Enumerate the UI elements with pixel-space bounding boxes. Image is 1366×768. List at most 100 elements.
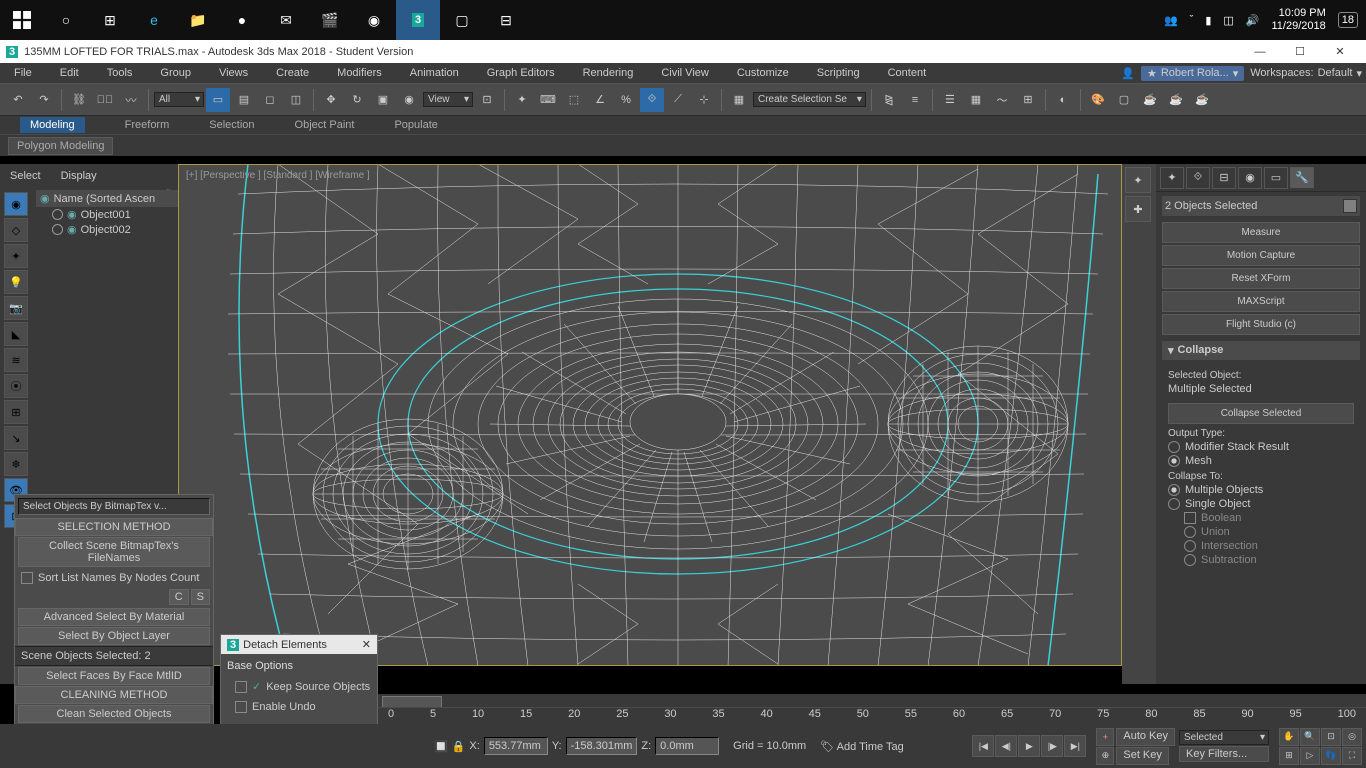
fov-button[interactable]: ▷ bbox=[1300, 747, 1320, 765]
signin-icon[interactable]: 👤 bbox=[1121, 67, 1135, 80]
x-coord[interactable]: 553.77mm bbox=[484, 737, 548, 755]
measure-button[interactable]: Measure bbox=[1162, 222, 1360, 243]
c-button[interactable]: C bbox=[169, 589, 189, 605]
rotate-button[interactable]: ↻ bbox=[345, 88, 369, 112]
viewport[interactable]: [+] [Perspective ] [Standard ] [Wirefram… bbox=[178, 164, 1122, 666]
filter-xref-icon[interactable]: ↘ bbox=[4, 426, 28, 450]
start-button[interactable] bbox=[0, 0, 44, 40]
set-key-button[interactable]: Set Key bbox=[1116, 747, 1169, 765]
maximize-viewport-button[interactable]: ⛶ bbox=[1342, 747, 1362, 765]
mirror-button[interactable]: ⧎ bbox=[877, 88, 901, 112]
wifi-icon[interactable]: ◫ bbox=[1223, 14, 1233, 27]
schematic-view-button[interactable]: ⊞ bbox=[1016, 88, 1040, 112]
rendered-frame-button[interactable]: ▢ bbox=[1112, 88, 1136, 112]
unlink-button[interactable]: ⛓⃠ bbox=[93, 88, 117, 112]
auto-key-button[interactable]: Auto Key bbox=[1116, 728, 1175, 746]
rect-region-button[interactable]: ◻ bbox=[258, 88, 282, 112]
motion-capture-button[interactable]: Motion Capture bbox=[1162, 245, 1360, 266]
move-button[interactable]: ✥ bbox=[319, 88, 343, 112]
filter-shapes-icon[interactable]: ✦ bbox=[4, 244, 28, 268]
enable-undo-check[interactable]: Enable Undo bbox=[221, 698, 377, 716]
menu-views[interactable]: Views bbox=[205, 63, 262, 83]
edge-constraint-button[interactable]: ⟋ bbox=[666, 88, 690, 112]
render-button[interactable]: ☕ bbox=[1138, 88, 1162, 112]
bitmap-search-input[interactable] bbox=[18, 498, 210, 515]
select-object-button[interactable]: ▭ bbox=[206, 88, 230, 112]
user-account[interactable]: ★Robert Rola...▾ bbox=[1141, 66, 1244, 81]
play-button[interactable]: ▶ bbox=[1018, 735, 1040, 757]
create-tab-icon[interactable]: ✦ bbox=[1125, 167, 1151, 193]
align-button[interactable]: ≡ bbox=[903, 88, 927, 112]
spinner-snap-button[interactable]: ⟐ bbox=[640, 88, 664, 112]
sort-names-check[interactable]: Sort List Names By Nodes Count bbox=[15, 569, 213, 587]
create-tab[interactable]: ✦ bbox=[1160, 167, 1184, 189]
explorer-icon[interactable]: 📁 bbox=[176, 0, 220, 40]
select-by-name-button[interactable]: ▤ bbox=[232, 88, 256, 112]
radio-modifier-stack[interactable]: Modifier Stack Result bbox=[1168, 441, 1354, 453]
collect-filenames-button[interactable]: Collect Scene BitmapTex's FileNames bbox=[18, 537, 210, 567]
task-view-icon[interactable]: ⊞ bbox=[88, 0, 132, 40]
detach-close-button[interactable]: ✕ bbox=[362, 638, 371, 651]
select-layer-button[interactable]: Select By Object Layer bbox=[18, 627, 210, 645]
select-faces-button[interactable]: Select Faces By Face MtlID bbox=[18, 667, 210, 685]
keep-source-check[interactable]: ✓Keep Source Objects bbox=[221, 677, 377, 696]
timeline-ruler[interactable]: 0510 152025 303540 455055 606570 758085 … bbox=[378, 707, 1366, 724]
set-key-plus-button[interactable]: ⊕ bbox=[1096, 747, 1114, 765]
tray-chevron-icon[interactable]: ˇ bbox=[1190, 14, 1194, 26]
filter-helpers-icon[interactable]: ◣ bbox=[4, 322, 28, 346]
layer-explorer-button[interactable]: ☰ bbox=[938, 88, 962, 112]
menu-scripting[interactable]: Scripting bbox=[803, 63, 874, 83]
app-icon-1[interactable]: ● bbox=[220, 0, 264, 40]
filter-bone-icon[interactable]: ⦿ bbox=[4, 374, 28, 398]
cortana-icon[interactable]: ○ bbox=[44, 0, 88, 40]
ref-coord-dropdown[interactable]: View bbox=[423, 92, 473, 107]
angle-snap-button[interactable]: ∠ bbox=[588, 88, 612, 112]
collapse-rollout[interactable]: ▾Collapse bbox=[1162, 341, 1360, 360]
arc-rotate-button[interactable]: ◎ bbox=[1342, 728, 1362, 746]
axis-constraints-button[interactable]: ⊹ bbox=[692, 88, 716, 112]
zoom-button[interactable]: 🔍 bbox=[1300, 728, 1320, 746]
radio-multiple-objects[interactable]: Multiple Objects bbox=[1168, 484, 1354, 496]
pan-button[interactable]: ✋ bbox=[1279, 728, 1299, 746]
modify-tab[interactable]: ⟐ bbox=[1186, 167, 1210, 189]
utilities-tab[interactable]: 🔧 bbox=[1290, 167, 1314, 189]
collapse-selected-button[interactable]: Collapse Selected bbox=[1168, 403, 1354, 424]
menu-create[interactable]: Create bbox=[262, 63, 323, 83]
next-frame-button[interactable]: |▶ bbox=[1041, 735, 1063, 757]
people-icon[interactable]: 👥 bbox=[1164, 14, 1178, 27]
workspace-selector[interactable]: Workspaces:Default▾ bbox=[1250, 67, 1362, 80]
render-cloud-button[interactable]: ☕ bbox=[1190, 88, 1214, 112]
menu-file[interactable]: File bbox=[0, 63, 46, 83]
photos-icon[interactable]: ▢ bbox=[440, 0, 484, 40]
keyboard-button[interactable]: ⌨ bbox=[536, 88, 560, 112]
key-filters-button[interactable]: Key Filters... bbox=[1179, 746, 1269, 762]
walk-button[interactable]: 👣 bbox=[1321, 747, 1341, 765]
ribbon-tab-modeling[interactable]: Modeling bbox=[20, 117, 85, 133]
menu-edit[interactable]: Edit bbox=[46, 63, 93, 83]
material-editor-button[interactable]: ◐ bbox=[1051, 88, 1075, 112]
lock-icon[interactable]: 🔒 bbox=[452, 740, 466, 753]
filter-lights-icon[interactable]: 💡 bbox=[4, 270, 28, 294]
3dsmax-taskbar-icon[interactable]: 3 bbox=[396, 0, 440, 40]
filter-space-icon[interactable]: ≋ bbox=[4, 348, 28, 372]
toggle-ribbon-button[interactable]: ▦ bbox=[964, 88, 988, 112]
menu-graph-editors[interactable]: Graph Editors bbox=[473, 63, 569, 83]
filter-groups-icon[interactable]: ⊞ bbox=[4, 400, 28, 424]
timeline[interactable]: 0510 152025 303540 455055 606570 758085 … bbox=[378, 694, 1366, 724]
ribbon-tab-selection[interactable]: Selection bbox=[209, 119, 254, 131]
s-button[interactable]: S bbox=[191, 589, 210, 605]
scene-item-object002[interactable]: ◉Object002 bbox=[36, 222, 178, 237]
scene-tab-display[interactable]: Display bbox=[61, 170, 97, 182]
editable-poly-button[interactable]: ▦ bbox=[727, 88, 751, 112]
goto-end-button[interactable]: ▶| bbox=[1064, 735, 1086, 757]
object-color-swatch[interactable] bbox=[1343, 199, 1357, 213]
goto-start-button[interactable]: |◀ bbox=[972, 735, 994, 757]
render-setup-button[interactable]: 🎨 bbox=[1086, 88, 1110, 112]
display-tab[interactable]: ▭ bbox=[1264, 167, 1288, 189]
ribbon-tab-populate[interactable]: Populate bbox=[394, 119, 437, 131]
link-button[interactable]: ⛓ bbox=[67, 88, 91, 112]
mail-icon[interactable]: ✉ bbox=[264, 0, 308, 40]
curve-editor-button[interactable]: 〜 bbox=[990, 88, 1014, 112]
menu-group[interactable]: Group bbox=[146, 63, 205, 83]
menu-tools[interactable]: Tools bbox=[93, 63, 147, 83]
